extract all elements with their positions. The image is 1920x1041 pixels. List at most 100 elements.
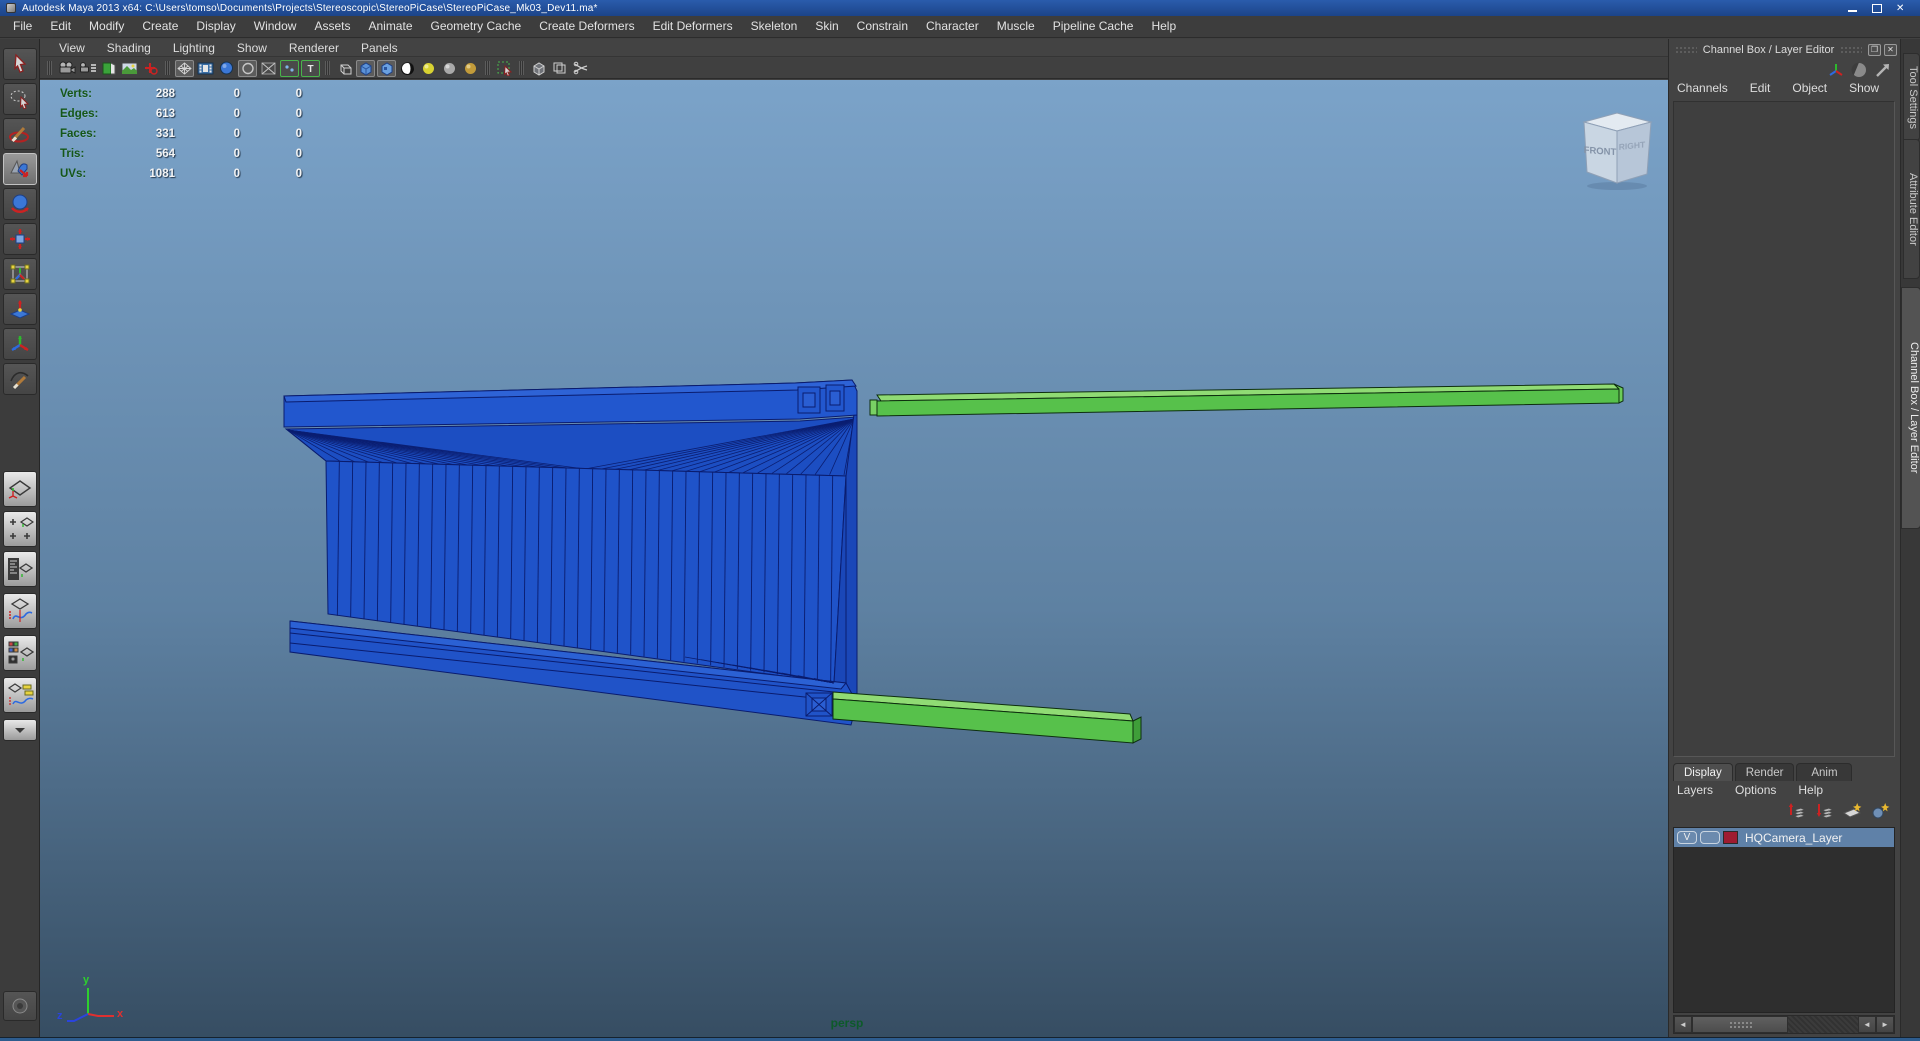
menu-item[interactable]: Create (133, 16, 187, 37)
maximize-icon[interactable] (1872, 4, 1882, 13)
menu-item[interactable]: Character (917, 16, 988, 37)
wireframe-icon[interactable] (335, 60, 354, 77)
safe-action-icon[interactable] (259, 60, 278, 77)
drag-handle[interactable] (1840, 46, 1862, 54)
layer-editor-tab[interactable]: Render (1735, 763, 1795, 781)
toolbar-grip[interactable] (165, 61, 170, 75)
rotate-tool[interactable] (3, 188, 37, 220)
outliner-persp-layout[interactable] (3, 551, 37, 587)
textured-icon[interactable] (377, 60, 396, 77)
menu-item[interactable]: Skeleton (742, 16, 807, 37)
channel-list-area[interactable] (1673, 101, 1895, 757)
menu-item[interactable]: Window (245, 16, 306, 37)
menu-item[interactable]: Create Deformers (530, 16, 643, 37)
panel-menu-item[interactable]: Panels (350, 41, 409, 55)
pan-zoom-icon[interactable] (141, 60, 160, 77)
scroll-right-icon[interactable]: ► (1876, 1016, 1894, 1033)
menu-item[interactable]: Animate (359, 16, 421, 37)
persp-hypergraph-layout[interactable] (3, 677, 37, 713)
lasso-tool[interactable] (3, 83, 37, 115)
layer-move-down-icon[interactable] (1814, 801, 1834, 819)
layer-move-up-icon[interactable] (1786, 801, 1806, 819)
toolbar-grip[interactable] (519, 61, 524, 75)
camera-icon[interactable] (57, 60, 76, 77)
layer-visibility-toggle[interactable]: V (1677, 831, 1697, 844)
all-lights-icon[interactable] (419, 60, 438, 77)
side-tab-channel-box-layer-editor[interactable]: Channel Box / Layer Editor (1901, 287, 1920, 529)
drag-handle[interactable] (1675, 46, 1697, 54)
layer-color-swatch[interactable] (1723, 831, 1738, 844)
layer-display-toggle[interactable] (1700, 831, 1720, 844)
layer-editor-tab[interactable]: Anim (1796, 763, 1852, 781)
menu-item[interactable]: Edit Deformers (644, 16, 742, 37)
panel-menu-item[interactable]: Lighting (162, 41, 226, 55)
textured-lights-icon[interactable] (461, 60, 480, 77)
layer-menu-item[interactable]: Help (1798, 783, 1823, 797)
side-tab-tool-settings[interactable]: Tool Settings (1903, 53, 1920, 141)
grid-icon[interactable] (175, 60, 194, 77)
scroll-left-step-icon[interactable]: ◄ (1858, 1016, 1876, 1033)
image-plane-icon[interactable] (120, 60, 139, 77)
quick-layout-icon[interactable] (3, 991, 37, 1021)
scene-canvas[interactable]: FRONT RIGHT (40, 80, 1668, 1041)
paint-selection-tool[interactable] (3, 118, 37, 150)
toolbar-grip[interactable] (325, 61, 330, 75)
layout-menu-button[interactable] (3, 719, 37, 741)
scrollbar-track[interactable] (1788, 1016, 1858, 1033)
float-window-icon[interactable]: ❐ (1868, 44, 1881, 56)
resolution-gate-icon[interactable] (217, 60, 236, 77)
menu-item[interactable]: Help (1142, 16, 1185, 37)
bookmark-icon[interactable] (99, 60, 118, 77)
channel-menu-item[interactable]: Channels (1677, 81, 1740, 95)
menu-item[interactable]: Constrain (848, 16, 917, 37)
layer-menu-item[interactable]: Layers (1677, 783, 1713, 797)
minimize-icon[interactable] (1848, 4, 1858, 13)
toolbar-grip[interactable] (485, 61, 490, 75)
xray-joints-icon[interactable] (550, 60, 569, 77)
scale-tool[interactable] (3, 223, 37, 255)
create-layer-from-selected-icon[interactable] (1870, 801, 1890, 819)
menu-item[interactable]: Geometry Cache (422, 16, 531, 37)
close-icon[interactable]: ✕ (1896, 4, 1906, 13)
persp-graph-layout[interactable] (3, 593, 37, 629)
panel-menu-item[interactable]: Show (226, 41, 278, 55)
menu-item[interactable]: Muscle (988, 16, 1044, 37)
long-flat-bar[interactable] (870, 384, 1623, 416)
single-pane-layout[interactable] (3, 471, 37, 507)
xray-icon[interactable] (529, 60, 548, 77)
use-default-material-icon[interactable] (398, 60, 417, 77)
gate-mask-icon[interactable] (238, 60, 257, 77)
menu-item[interactable]: File (4, 16, 41, 37)
channel-menu-item[interactable]: Edit (1750, 81, 1783, 95)
no-lights-icon[interactable] (440, 60, 459, 77)
menu-item[interactable]: Display (187, 16, 244, 37)
menu-item[interactable]: Pipeline Cache (1044, 16, 1143, 37)
last-tool[interactable] (3, 363, 37, 395)
side-tab-attribute-editor[interactable]: Attribute Editor (1903, 139, 1920, 279)
hypershade-persp-layout[interactable] (3, 635, 37, 671)
select-tool[interactable] (3, 48, 37, 80)
layer-editor-tab[interactable]: Display (1673, 763, 1733, 781)
axis-manipulator-icon[interactable] (1828, 62, 1844, 78)
safe-title-icon[interactable]: T (301, 60, 320, 77)
speed-dial-icon[interactable] (1850, 61, 1868, 79)
create-empty-layer-icon[interactable] (1842, 801, 1862, 819)
scrollbar-thumb[interactable] (1692, 1016, 1788, 1033)
layer-row[interactable]: V HQCamera_Layer (1674, 828, 1894, 847)
scroll-left-icon[interactable]: ◄ (1674, 1016, 1692, 1033)
soft-modification-tool[interactable] (3, 293, 37, 325)
universal-manipulator-tool[interactable] (3, 258, 37, 290)
channel-menu-item[interactable]: Object (1792, 81, 1839, 95)
camera-attributes-icon[interactable] (78, 60, 97, 77)
view-cube-front-label[interactable]: FRONT (1584, 145, 1617, 158)
toolbar-grip[interactable] (47, 61, 52, 75)
move-tool[interactable] (3, 153, 37, 185)
panel-menu-item[interactable]: View (48, 41, 96, 55)
layer-list[interactable]: V HQCamera_Layer (1673, 827, 1895, 1013)
channel-menu-item[interactable]: Show (1849, 81, 1891, 95)
panel-menu-item[interactable]: Renderer (278, 41, 350, 55)
menu-item[interactable]: Modify (80, 16, 133, 37)
film-gate-icon[interactable] (196, 60, 215, 77)
close-panel-icon[interactable]: ✕ (1884, 44, 1897, 56)
separate-icon[interactable] (571, 60, 590, 77)
